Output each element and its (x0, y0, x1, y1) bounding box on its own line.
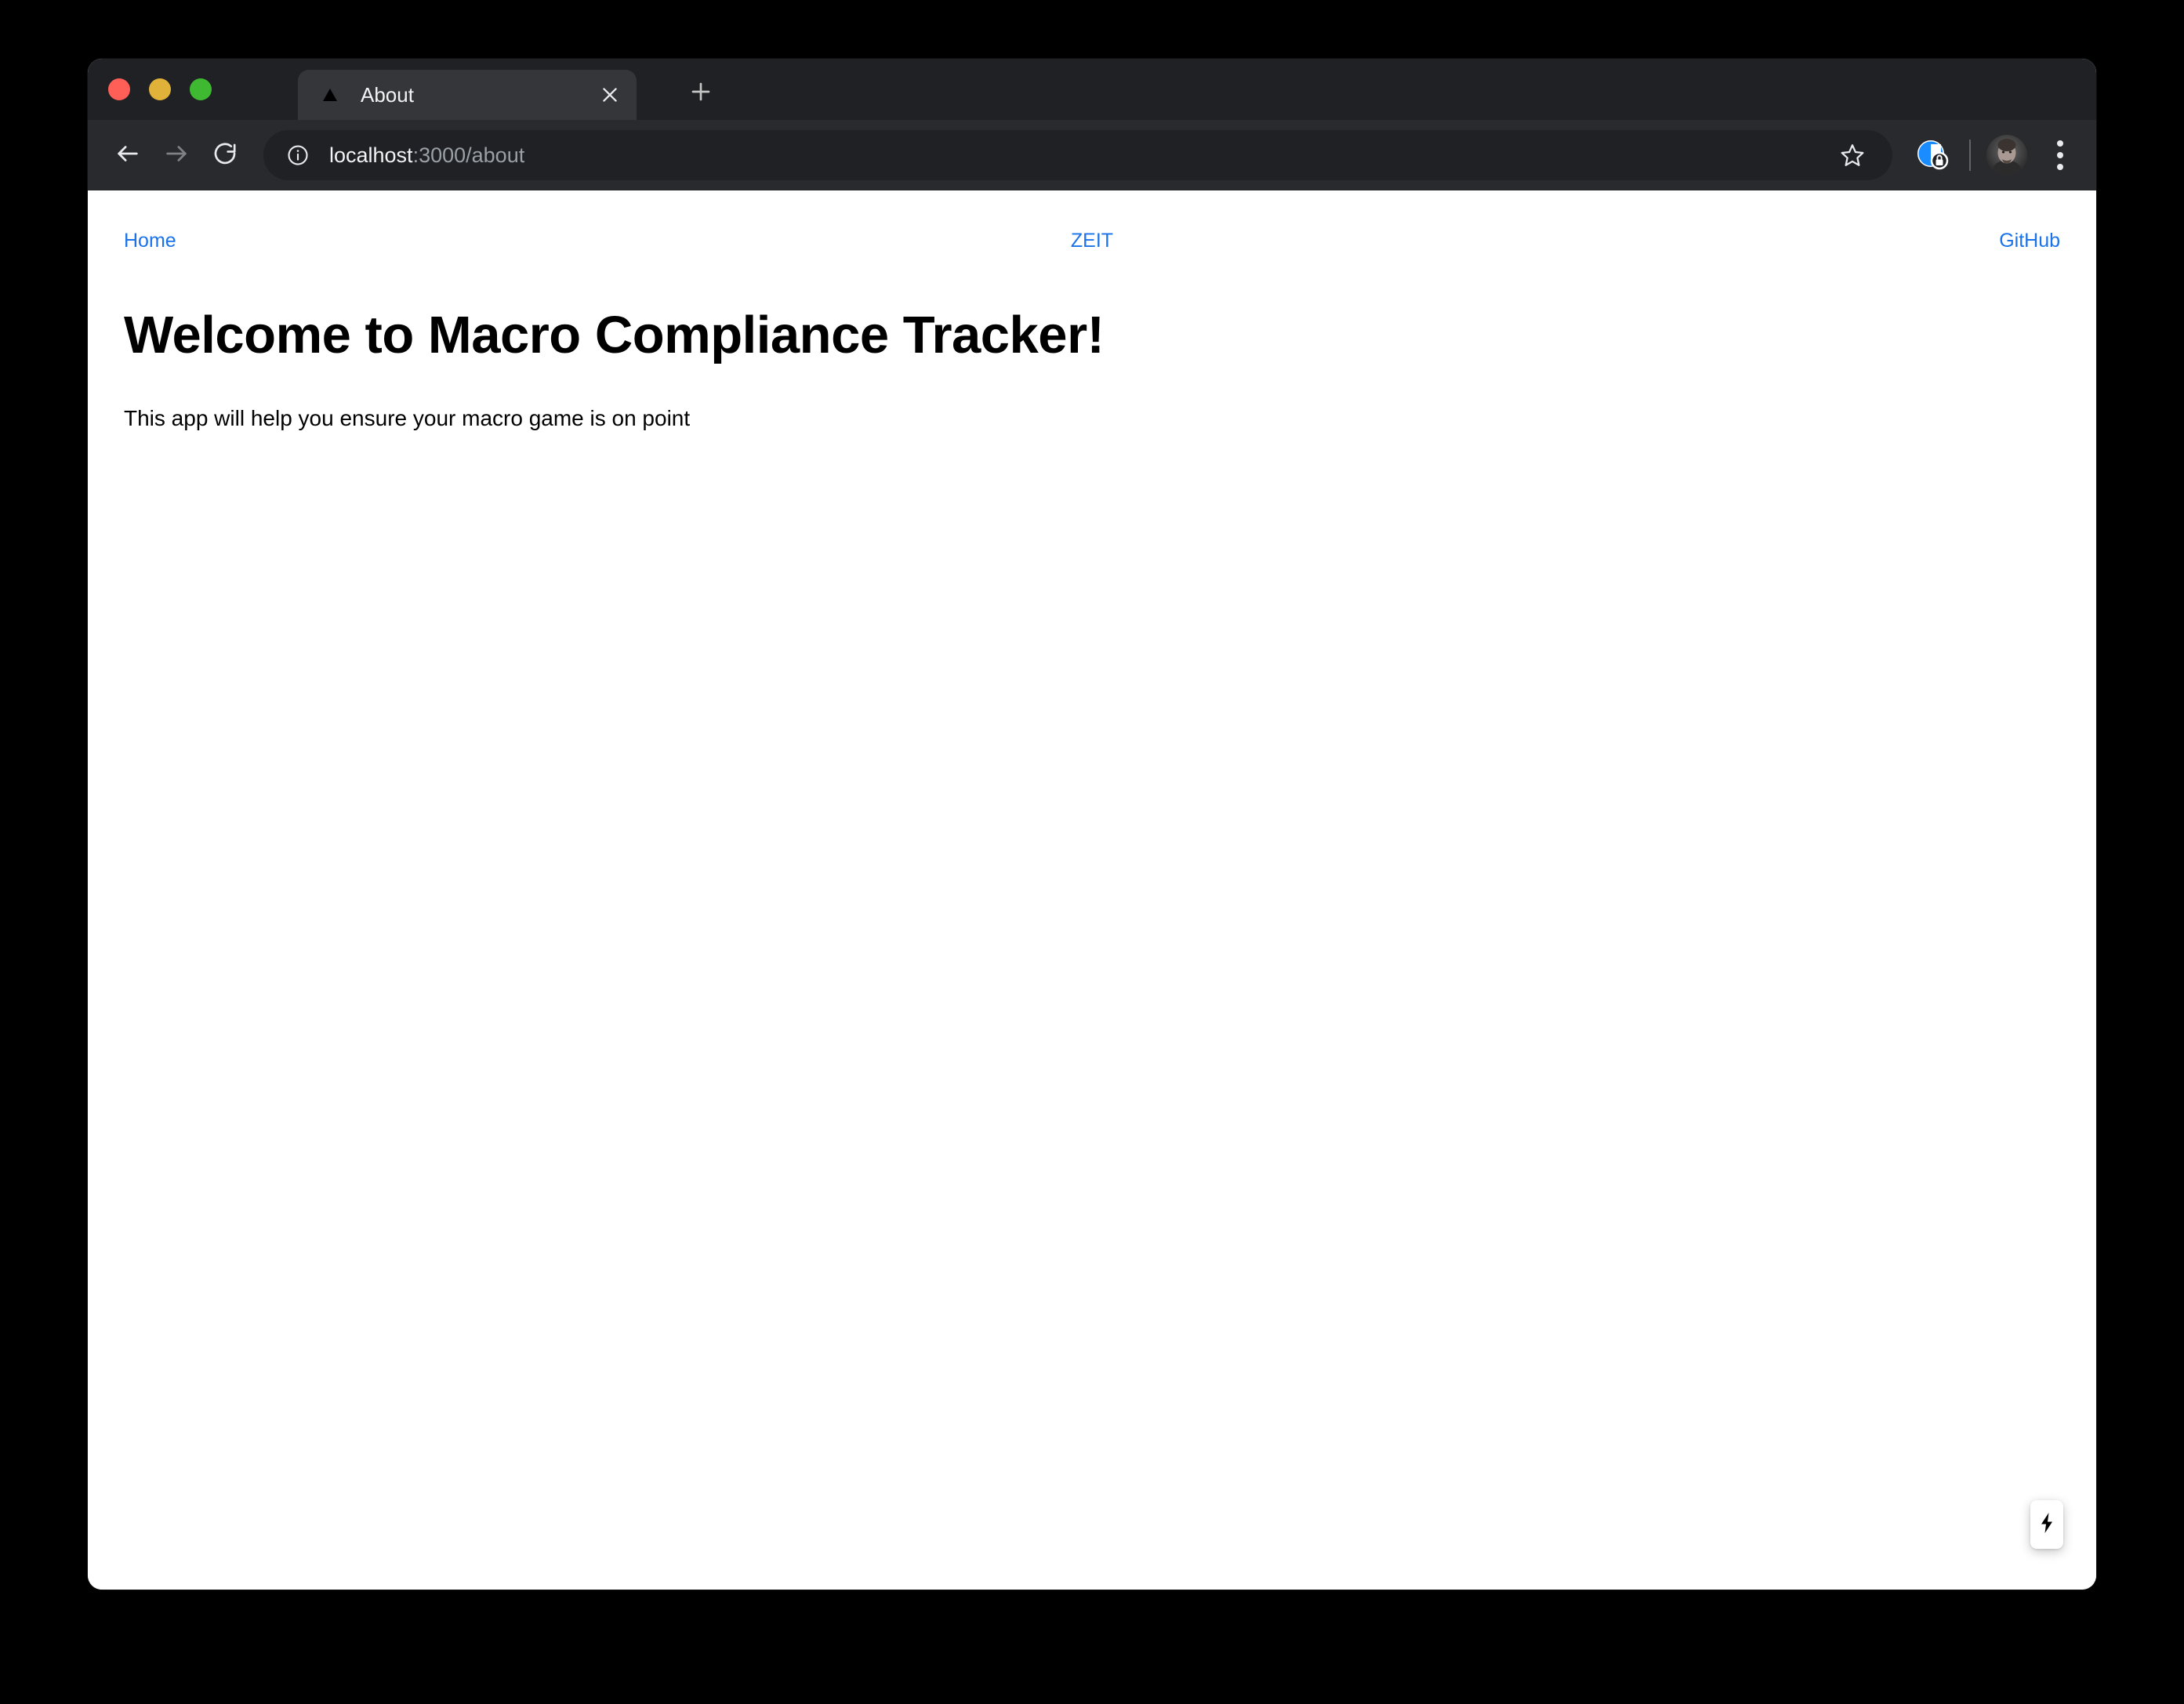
tab-strip: About (88, 59, 2096, 120)
close-icon[interactable] (593, 78, 627, 112)
url-path: :3000/about (412, 143, 525, 167)
forward-button[interactable] (152, 131, 201, 179)
lightning-bolt-icon (2037, 1511, 2056, 1539)
site-navigation: Home ZEIT GitHub (88, 190, 2096, 285)
menu-dot (2057, 152, 2063, 158)
plus-icon (688, 79, 713, 108)
close-window-button[interactable] (108, 78, 130, 100)
extension-lock-icon[interactable] (1911, 134, 1954, 176)
address-bar[interactable]: localhost:3000/about (263, 130, 1892, 180)
window-traffic-lights (108, 59, 212, 120)
page-content: Welcome to Macro Compliance Tracker! Thi… (88, 306, 2096, 431)
browser-toolbar: localhost:3000/about (88, 120, 2096, 190)
url-host: localhost (329, 143, 413, 167)
nav-link-github[interactable]: GitHub (1999, 231, 2060, 251)
page-subtitle: This app will help you ensure your macro… (124, 405, 691, 430)
menu-dot (2057, 140, 2063, 147)
page-title: Welcome to Macro Compliance Tracker! (124, 306, 1105, 364)
three-dot-menu-icon[interactable] (2038, 133, 2082, 177)
url-text: localhost:3000/about (329, 143, 1822, 168)
browser-tab-about[interactable]: About (298, 70, 637, 120)
info-circle-icon[interactable] (285, 143, 310, 168)
nav-link-zeit[interactable]: ZEIT (1071, 231, 1113, 251)
page-viewport: Home ZEIT GitHub Welcome to Macro Compli… (88, 190, 2096, 1590)
zeit-triangle-icon (320, 85, 340, 105)
reload-icon (212, 140, 238, 171)
star-icon[interactable] (1830, 132, 1875, 178)
nextjs-dev-indicator[interactable] (2030, 1500, 2063, 1549)
profile-avatar[interactable] (1986, 135, 2027, 176)
new-tab-button[interactable] (680, 73, 721, 114)
toolbar-divider (1969, 140, 1971, 171)
back-button[interactable] (103, 131, 152, 179)
nav-link-home[interactable]: Home (124, 231, 176, 251)
menu-dot (2057, 164, 2063, 170)
reload-button[interactable] (201, 131, 249, 179)
tab-title: About (361, 85, 414, 105)
browser-window: About localhost:3000/about Home ZEIT Git… (88, 59, 2096, 1590)
arrow-right-icon (163, 140, 190, 171)
arrow-left-icon (114, 140, 141, 171)
minimize-window-button[interactable] (149, 78, 171, 100)
maximize-window-button[interactable] (190, 78, 212, 100)
